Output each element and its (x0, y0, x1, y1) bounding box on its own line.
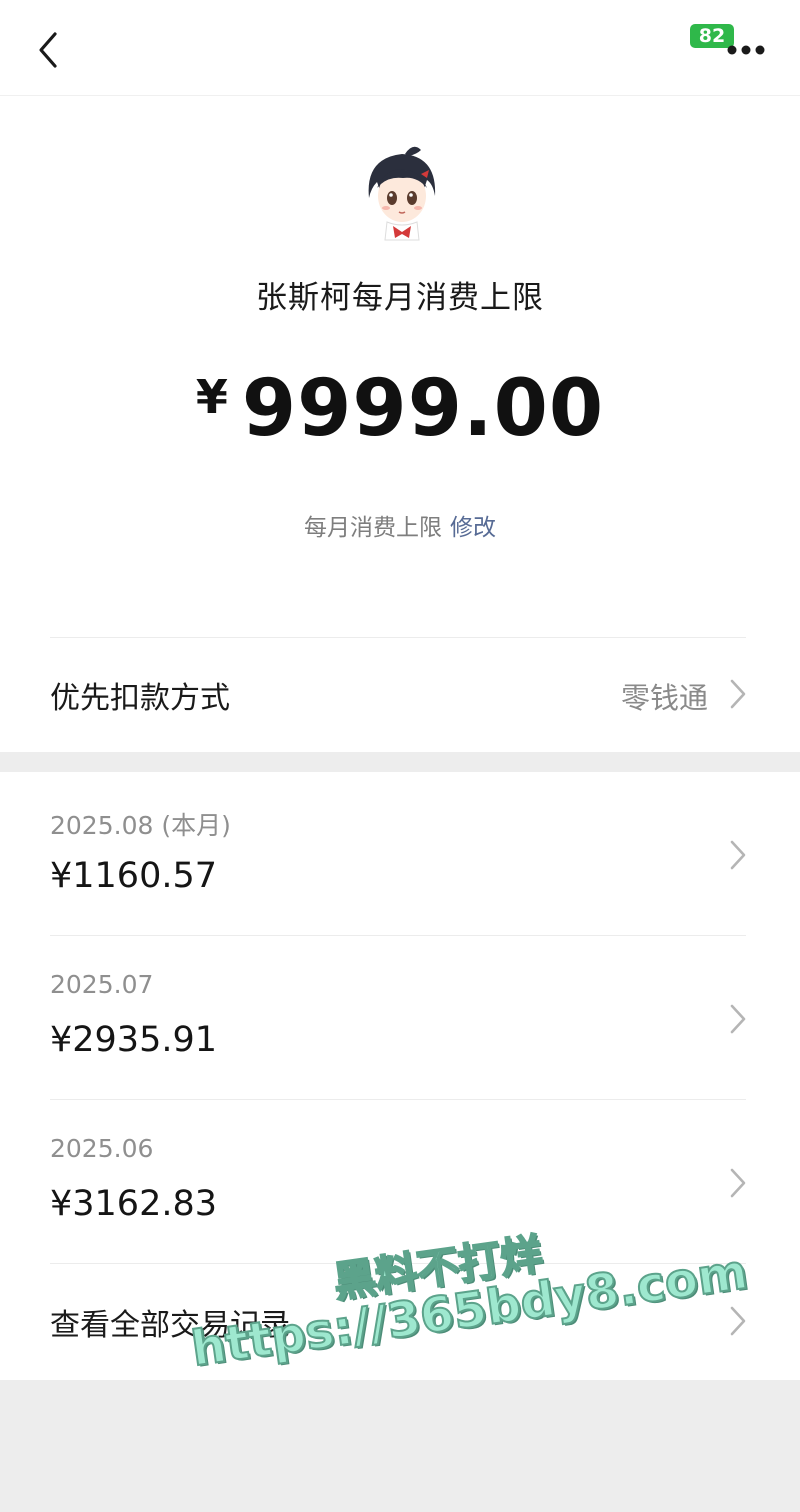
chevron-right-icon (730, 679, 746, 709)
limit-amount: ¥9999.00 (0, 364, 800, 454)
month-amount: ¥3162.83 (50, 1184, 218, 1224)
back-button[interactable] (28, 28, 68, 72)
more-button[interactable] (722, 28, 770, 72)
chevron-right-icon (730, 840, 746, 870)
divider (50, 637, 746, 638)
limit-card: 张斯柯每月消费上限 ¥9999.00 每月消费上限 修改 优先扣款方式 零钱通 (0, 96, 800, 752)
list-item[interactable]: 2025.08 (本月) ¥1160.57 (0, 772, 800, 936)
chevron-right-icon (730, 1168, 746, 1198)
edit-limit-link[interactable]: 修改 (450, 515, 496, 541)
month-amount: ¥1160.57 (50, 856, 218, 896)
month-date: 2025.07 (50, 970, 154, 999)
month-date: 2025.08 (本月) (50, 811, 231, 840)
avatar (368, 146, 436, 241)
payment-method-value: 零钱通 (620, 681, 708, 715)
chevron-right-icon (730, 1004, 746, 1034)
limit-sub-label: 每月消费上限 (304, 515, 442, 541)
limit-amount-value: 9999.00 (241, 364, 605, 454)
payment-method-label: 优先扣款方式 (50, 681, 230, 716)
more-icon (727, 45, 765, 55)
top-bar: 82 (0, 0, 800, 96)
limit-subtitle: 每月消费上限 修改 (0, 508, 800, 542)
limit-title: 张斯柯每月消费上限 (256, 280, 544, 316)
month-amount: ¥2935.91 (50, 1020, 218, 1060)
currency-symbol: ¥ (195, 370, 228, 424)
back-icon (39, 32, 57, 68)
month-date: 2025.06 (50, 1134, 154, 1163)
list-item[interactable]: 2025.07 ¥2935.91 (0, 936, 800, 1100)
payment-method-row[interactable]: 优先扣款方式 零钱通 (0, 639, 800, 751)
